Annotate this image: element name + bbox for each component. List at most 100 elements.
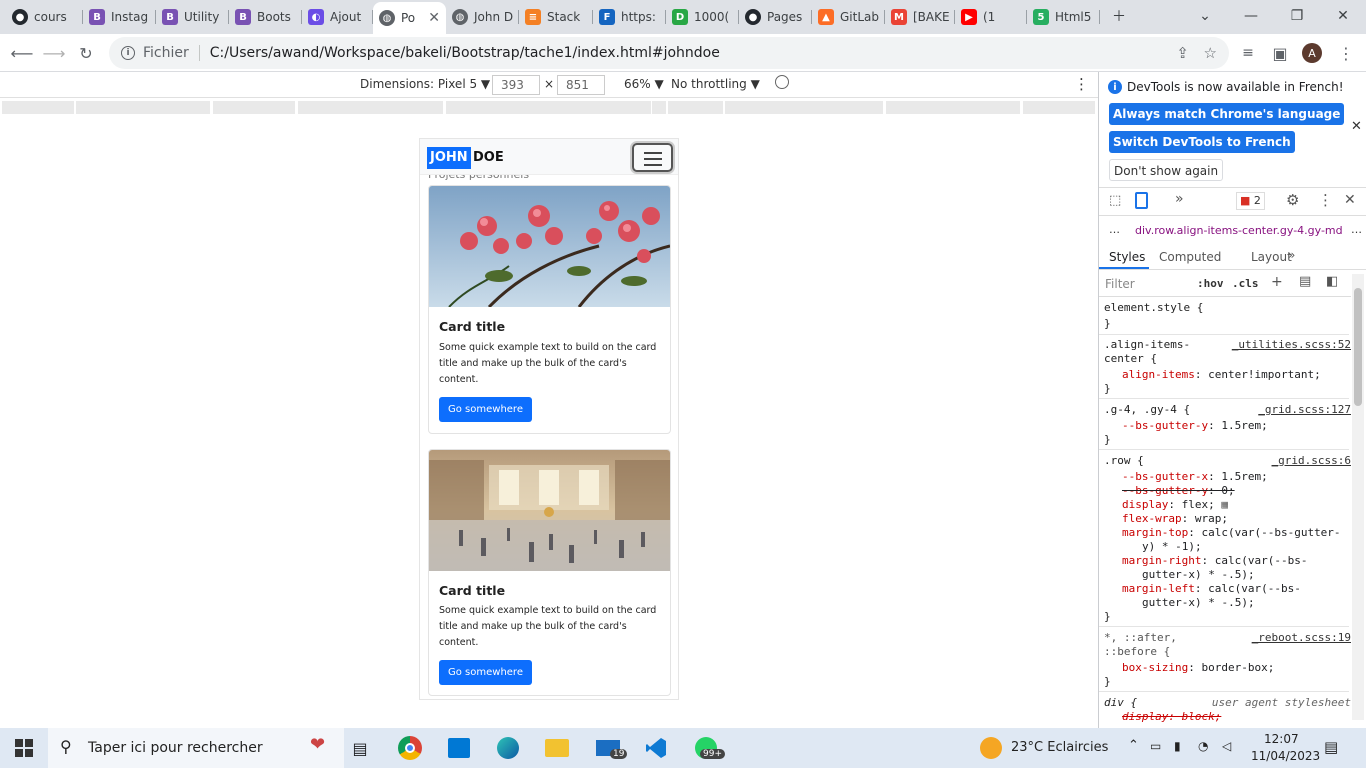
tab-7[interactable]: ◍ John D <box>446 4 519 30</box>
val-row-gutter-x[interactable]: : 1.5rem; <box>1208 470 1268 483</box>
tab-5[interactable]: ◐ Ajout <box>302 4 373 30</box>
rule-reboot-source[interactable]: _reboot.scss:19 <box>1252 631 1351 644</box>
breadcrumb-ellipsis[interactable]: … <box>1109 223 1120 236</box>
brand-rest[interactable]: DOE <box>473 147 504 169</box>
val-margin-right-cont[interactable]: gutter-x) * -.5); <box>1142 568 1351 582</box>
menu-kebab-icon[interactable]: ⋮ <box>1332 39 1360 67</box>
mail-icon[interactable]: 19 <box>592 732 628 764</box>
edge-icon[interactable] <box>492 732 524 764</box>
flex-editor-icon[interactable]: ▦ <box>1215 498 1228 511</box>
tab-10[interactable]: D 1000( <box>666 4 739 30</box>
tab-9[interactable]: Fhttps: <box>593 4 666 30</box>
val-margin-top[interactable]: : calc(var(--bs-gutter- <box>1188 526 1340 539</box>
share-icon[interactable]: ⇪ <box>1176 44 1189 62</box>
tray-network-icon[interactable]: ▭ <box>1150 739 1161 753</box>
media-query-segment[interactable] <box>652 101 666 114</box>
inspect-element-icon[interactable]: ⬚ <box>1109 193 1121 208</box>
media-query-segment[interactable] <box>213 101 295 114</box>
tab-4[interactable]: B Boots <box>229 4 302 30</box>
bookmark-star-icon[interactable]: ☆ <box>1204 44 1217 62</box>
forward-icon[interactable]: ⟶ <box>40 39 68 67</box>
val-display[interactable]: : flex; <box>1168 498 1214 511</box>
paint-icon[interactable]: ▤ <box>1299 274 1311 289</box>
switch-to-french-button[interactable]: Switch DevTools to French <box>1109 131 1295 153</box>
breadcrumb-element[interactable]: div.row.align-items-center.gy-4.gy-md <box>1135 224 1343 237</box>
breadcrumb-ellipsis-right[interactable]: … <box>1351 223 1362 236</box>
windows-start-icon[interactable] <box>8 732 40 764</box>
rule-gy4-source[interactable]: _grid.scss:127 <box>1258 403 1351 416</box>
settings-gear-icon[interactable]: ⚙ <box>1286 191 1299 209</box>
minimize-button[interactable]: — <box>1236 4 1266 28</box>
val-margin-left[interactable]: : calc(var(--bs- <box>1195 582 1301 595</box>
back-icon[interactable]: ⟵ <box>8 39 36 67</box>
device-height-input[interactable]: 851 <box>557 75 605 95</box>
zoom-select[interactable]: 66% ▼ <box>624 77 664 91</box>
tab-13[interactable]: M [BAKE <box>885 4 955 30</box>
clock-date[interactable]: 11/04/2023 <box>1251 749 1320 763</box>
tab-2[interactable]: B Instag <box>83 4 156 30</box>
device-more-icon[interactable]: ⋮ <box>1074 75 1089 93</box>
card-1-go-button[interactable]: Go somewhere <box>439 397 532 422</box>
device-toggle-icon[interactable] <box>1135 192 1148 209</box>
tray-battery-icon[interactable]: ▮ <box>1174 739 1181 753</box>
device-width-input[interactable]: 393 <box>492 75 540 95</box>
media-query-segment[interactable] <box>725 101 883 114</box>
throttling-select[interactable]: No throttling ▼ <box>671 77 760 91</box>
weather-text[interactable]: 23°C Eclaircies <box>1011 740 1108 755</box>
media-controls-icon[interactable]: ≡ <box>1234 39 1262 67</box>
media-query-segment[interactable] <box>446 101 651 114</box>
media-query-segment[interactable] <box>668 101 723 114</box>
tab-12[interactable]: ▲ GitLab <box>812 4 885 30</box>
reload-icon[interactable]: ↻ <box>72 39 100 67</box>
media-query-bar[interactable] <box>0 98 1098 118</box>
close-window-button[interactable]: ✕ <box>1328 4 1358 28</box>
prop-margin-right[interactable]: margin-right <box>1122 554 1201 567</box>
prop-margin-top[interactable]: margin-top <box>1122 526 1188 539</box>
more-panels-chevron-icon[interactable]: » <box>1288 248 1295 262</box>
tray-volume-icon[interactable]: ◁ <box>1222 739 1231 753</box>
val-box-sizing[interactable]: : border-box; <box>1188 661 1274 674</box>
prop-display[interactable]: display <box>1122 498 1168 511</box>
tab-search-chevron-icon[interactable]: ⌄ <box>1190 4 1220 28</box>
maximize-button[interactable]: ❐ <box>1282 4 1312 28</box>
rule-row-source[interactable]: _grid.scss:6 <box>1272 454 1351 467</box>
scrollbar-thumb[interactable] <box>1354 288 1362 406</box>
tab-styles[interactable]: Styles <box>1109 250 1145 264</box>
card-2-go-button[interactable]: Go somewhere <box>439 660 532 685</box>
close-tab-icon[interactable]: ✕ <box>428 10 440 26</box>
tab-1[interactable]: ● cours <box>6 4 83 30</box>
more-tabs-chevron-icon[interactable]: » <box>1175 191 1184 207</box>
media-query-segment[interactable] <box>1023 101 1095 114</box>
styles-scrollbar[interactable] <box>1352 274 1364 720</box>
media-query-segment[interactable] <box>298 101 443 114</box>
val-flex-wrap[interactable]: : wrap; <box>1182 512 1228 525</box>
cls-toggle[interactable]: .cls <box>1232 277 1259 290</box>
chrome-taskbar-icon[interactable] <box>394 732 426 764</box>
prop-align-items[interactable]: align-items <box>1122 368 1195 381</box>
tab-14[interactable]: ▶ (1 <box>955 4 1027 30</box>
address-bar[interactable]: i Fichier C:/Users/awand/Workspace/bakel… <box>109 37 1229 69</box>
vscode-icon[interactable] <box>640 732 672 764</box>
val-margin-top-cont[interactable]: y) * -1); <box>1142 540 1351 554</box>
dont-show-again-button[interactable]: Don't show again <box>1109 159 1224 181</box>
media-query-segment[interactable] <box>76 101 210 114</box>
tab-6[interactable]: ◍ Po ✕ <box>373 2 446 34</box>
prop-div-display[interactable]: display: block; <box>1122 710 1351 724</box>
val-bs-gutter-y[interactable]: : 1.5rem; <box>1208 419 1268 432</box>
tab-15[interactable]: 5 Html5 <box>1027 4 1100 30</box>
info-icon[interactable]: i <box>121 46 135 60</box>
val-margin-left-cont[interactable]: gutter-x) * -.5); <box>1142 596 1351 610</box>
prop-row-gutter-y[interactable]: --bs-gutter-y <box>1122 484 1208 497</box>
tray-chevron-up-icon[interactable]: ⌃ <box>1128 738 1139 753</box>
rule-align-items-source[interactable]: _utilities.scss:52 <box>1232 338 1351 351</box>
toggle-sidebar-icon[interactable]: ◧ <box>1326 274 1338 289</box>
taskbar-search-box[interactable]: ⚲ Taper ici pour rechercher ❤ <box>48 728 344 768</box>
device-dimensions-select[interactable]: Dimensions: Pixel 5 ▼ <box>360 77 490 91</box>
notifications-icon[interactable]: ▤ <box>1324 738 1338 756</box>
styles-filter-input[interactable]: Filter <box>1105 277 1135 291</box>
tab-computed[interactable]: Computed <box>1159 250 1221 264</box>
brand-highlight[interactable]: JOHN <box>427 147 471 169</box>
tab-3[interactable]: B Utility <box>156 4 229 30</box>
clock-time[interactable]: 12:07 <box>1264 732 1299 746</box>
tray-wifi-icon[interactable]: ◔ <box>1198 739 1208 753</box>
